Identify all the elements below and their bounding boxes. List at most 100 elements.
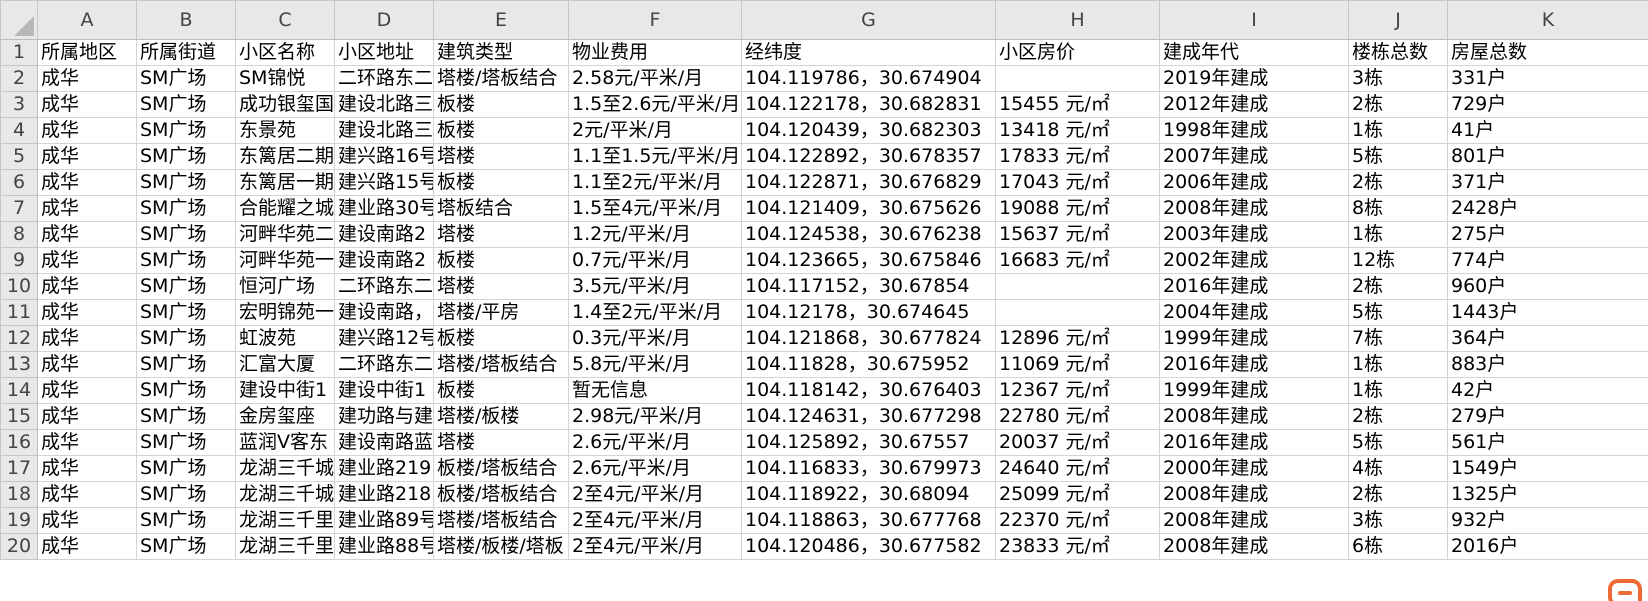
cell-j3[interactable]: 2栋 (1348, 91, 1448, 118)
cell-d11[interactable]: 建设南路， (334, 299, 434, 326)
cell-a4[interactable]: 成华 (37, 117, 137, 144)
cell-h1[interactable]: 小区房价 (995, 39, 1160, 66)
cell-b6[interactable]: SM广场 (136, 169, 236, 196)
cell-g16[interactable]: 104.125892，30.67557 (741, 429, 996, 456)
cell-g13[interactable]: 104.11828，30.675952 (741, 351, 996, 378)
cell-c14[interactable]: 建设中街1 (235, 377, 335, 404)
cell-b8[interactable]: SM广场 (136, 221, 236, 248)
cell-h18[interactable]: 25099 元/㎡ (995, 481, 1160, 508)
cell-e6[interactable]: 板楼 (433, 169, 569, 196)
cell-a14[interactable]: 成华 (37, 377, 137, 404)
cell-a2[interactable]: 成华 (37, 65, 137, 92)
cell-d19[interactable]: 建业路89号 (334, 507, 434, 534)
cell-e19[interactable]: 塔楼/塔板结合 (433, 507, 569, 534)
cell-h5[interactable]: 17833 元/㎡ (995, 143, 1160, 170)
cell-d12[interactable]: 建兴路12号 (334, 325, 434, 352)
cell-g4[interactable]: 104.120439，30.682303 (741, 117, 996, 144)
row-header[interactable]: 19 (0, 507, 38, 534)
cell-a11[interactable]: 成华 (37, 299, 137, 326)
cell-k19[interactable]: 932户 (1447, 507, 1648, 534)
cell-f1[interactable]: 物业费用 (568, 39, 742, 66)
cell-d17[interactable]: 建业路219 (334, 455, 434, 482)
cell-d15[interactable]: 建功路与建 (334, 403, 434, 430)
cell-b19[interactable]: SM广场 (136, 507, 236, 534)
cell-i19[interactable]: 2008年建成 (1159, 507, 1349, 534)
cell-i10[interactable]: 2016年建成 (1159, 273, 1349, 300)
cell-d13[interactable]: 二环路东二 (334, 351, 434, 378)
cell-h10[interactable] (995, 273, 1160, 300)
cell-e3[interactable]: 板楼 (433, 91, 569, 118)
cell-d18[interactable]: 建业路218 (334, 481, 434, 508)
cell-j9[interactable]: 12栋 (1348, 247, 1448, 274)
cell-j12[interactable]: 7栋 (1348, 325, 1448, 352)
cell-d9[interactable]: 建设南路2 (334, 247, 434, 274)
cell-a19[interactable]: 成华 (37, 507, 137, 534)
row-header[interactable]: 20 (0, 533, 38, 560)
cell-h9[interactable]: 16683 元/㎡ (995, 247, 1160, 274)
cell-j2[interactable]: 3栋 (1348, 65, 1448, 92)
cell-g1[interactable]: 经纬度 (741, 39, 996, 66)
cell-j5[interactable]: 5栋 (1348, 143, 1448, 170)
cell-g3[interactable]: 104.122178，30.682831 (741, 91, 996, 118)
column-header-a[interactable]: A (37, 0, 137, 40)
select-all-button[interactable] (0, 0, 38, 40)
cell-j19[interactable]: 3栋 (1348, 507, 1448, 534)
cell-k4[interactable]: 41户 (1447, 117, 1648, 144)
cell-j20[interactable]: 6栋 (1348, 533, 1448, 560)
cell-b10[interactable]: SM广场 (136, 273, 236, 300)
cell-h2[interactable] (995, 65, 1160, 92)
cell-g7[interactable]: 104.121409，30.675626 (741, 195, 996, 222)
cell-h11[interactable] (995, 299, 1160, 326)
cell-c12[interactable]: 虹波苑 (235, 325, 335, 352)
cell-b2[interactable]: SM广场 (136, 65, 236, 92)
cell-f18[interactable]: 2至4元/平米/月 (568, 481, 742, 508)
cell-b14[interactable]: SM广场 (136, 377, 236, 404)
cell-k5[interactable]: 801户 (1447, 143, 1648, 170)
row-header[interactable]: 17 (0, 455, 38, 482)
cell-c8[interactable]: 河畔华苑二 (235, 221, 335, 248)
cell-f5[interactable]: 1.1至1.5元/平米/月 (568, 143, 742, 170)
cell-i13[interactable]: 2016年建成 (1159, 351, 1349, 378)
cell-d2[interactable]: 二环路东二 (334, 65, 434, 92)
cell-b17[interactable]: SM广场 (136, 455, 236, 482)
cell-h13[interactable]: 11069 元/㎡ (995, 351, 1160, 378)
cell-i9[interactable]: 2002年建成 (1159, 247, 1349, 274)
cell-e18[interactable]: 板楼/塔板结合 (433, 481, 569, 508)
cell-j4[interactable]: 1栋 (1348, 117, 1448, 144)
column-header-k[interactable]: K (1447, 0, 1648, 40)
row-header[interactable]: 16 (0, 429, 38, 456)
cell-i2[interactable]: 2019年建成 (1159, 65, 1349, 92)
cell-g20[interactable]: 104.120486，30.677582 (741, 533, 996, 560)
cell-g19[interactable]: 104.118863，30.677768 (741, 507, 996, 534)
cell-e5[interactable]: 塔楼 (433, 143, 569, 170)
cell-c16[interactable]: 蓝润V客东 (235, 429, 335, 456)
cell-c9[interactable]: 河畔华苑一 (235, 247, 335, 274)
cell-b13[interactable]: SM广场 (136, 351, 236, 378)
cell-c5[interactable]: 东篱居二期 (235, 143, 335, 170)
cell-k17[interactable]: 1549户 (1447, 455, 1648, 482)
cell-i16[interactable]: 2016年建成 (1159, 429, 1349, 456)
cell-e9[interactable]: 板楼 (433, 247, 569, 274)
cell-j18[interactable]: 2栋 (1348, 481, 1448, 508)
cell-h16[interactable]: 20037 元/㎡ (995, 429, 1160, 456)
cell-i15[interactable]: 2008年建成 (1159, 403, 1349, 430)
cell-k14[interactable]: 42户 (1447, 377, 1648, 404)
cell-c4[interactable]: 东景苑 (235, 117, 335, 144)
cell-c3[interactable]: 成功银玺国 (235, 91, 335, 118)
cell-f6[interactable]: 1.1至2元/平米/月 (568, 169, 742, 196)
cell-b9[interactable]: SM广场 (136, 247, 236, 274)
cell-i20[interactable]: 2008年建成 (1159, 533, 1349, 560)
cell-c13[interactable]: 汇富大厦 (235, 351, 335, 378)
row-header[interactable]: 18 (0, 481, 38, 508)
cell-i12[interactable]: 1999年建成 (1159, 325, 1349, 352)
column-header-f[interactable]: F (568, 0, 742, 40)
cell-d10[interactable]: 二环路东二 (334, 273, 434, 300)
cell-c19[interactable]: 龙湖三千里 (235, 507, 335, 534)
cell-f12[interactable]: 0.3元/平米/月 (568, 325, 742, 352)
cell-e7[interactable]: 塔板结合 (433, 195, 569, 222)
cell-i1[interactable]: 建成年代 (1159, 39, 1349, 66)
cell-b18[interactable]: SM广场 (136, 481, 236, 508)
cell-g18[interactable]: 104.118922，30.68094 (741, 481, 996, 508)
cell-j10[interactable]: 2栋 (1348, 273, 1448, 300)
cell-a10[interactable]: 成华 (37, 273, 137, 300)
